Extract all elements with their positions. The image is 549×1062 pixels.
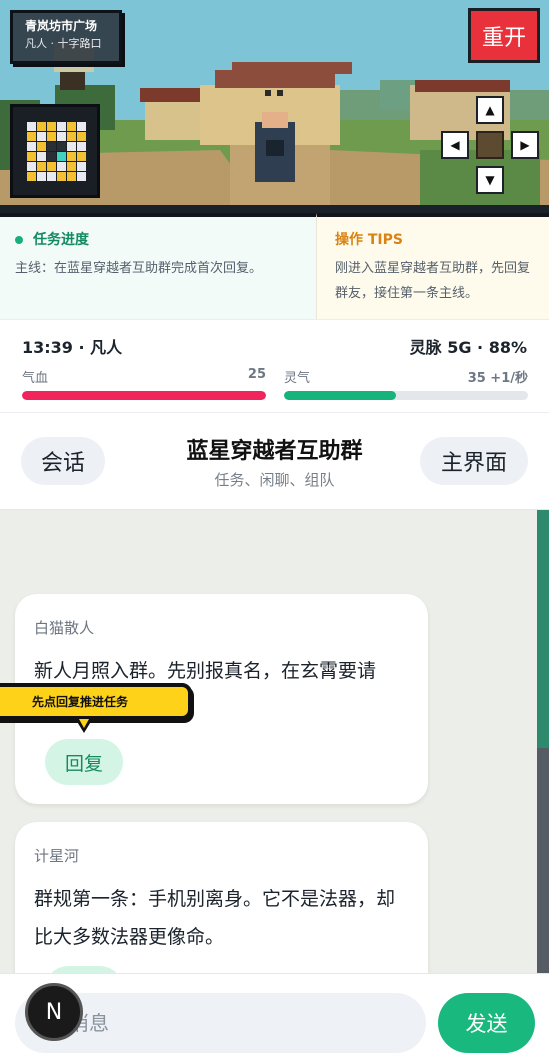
message-sender: 计星河 [34,847,80,865]
quest-heading-label: 任务进度 [33,232,89,248]
minimap-cell [37,122,46,131]
minimap-cell [67,122,76,131]
minimap-cell [37,152,46,161]
message-text: 群规第一条：手机别离身。它不是法器，却比大多数法器更像命。 [34,888,396,948]
dpad-left-icon[interactable]: ◀ [441,131,469,159]
minimap-cell [77,122,86,131]
minimap-cell [47,132,56,141]
hp-bar [22,391,266,400]
minimap-cell [77,162,86,171]
qi-value: 35 +1/秒 [467,371,528,386]
tips-panel: 操作 TIPS 刚进入蓝星穿越者互助群，先回复群友，接住第一条主线。 [316,213,549,319]
minimap-cell [77,132,86,141]
signal-status: 灵脉 5G · 88% [409,338,527,357]
dpad-right-icon[interactable]: ▶ [511,131,539,159]
minimap-cell [27,172,36,181]
minimap-cell [27,132,36,141]
minimap-cell [57,132,66,141]
minimap-cell [77,172,86,181]
reply-button[interactable]: 回复 [45,739,123,785]
scrollbar-thumb[interactable] [537,510,549,748]
reply-button-partial[interactable] [45,966,123,973]
minimap[interactable] [10,104,100,198]
minimap-cell [67,132,76,141]
minimap-cell [27,122,36,131]
home-button[interactable]: 主界面 [420,437,528,485]
minimap-cell [27,142,36,151]
minimap-cell [57,152,66,161]
minimap-cell [37,172,46,181]
minimap-cell [37,132,46,141]
minimap-cell [77,152,86,161]
status-dot-icon [15,236,23,244]
minimap-cell [27,152,36,161]
dpad-center [476,131,504,159]
dpad-up-icon[interactable]: ▲ [476,96,504,124]
qi-bar [284,391,528,400]
time-rank: 13:39 · 凡人 [22,338,123,357]
minimap-grid [27,122,97,181]
minimap-cell [57,172,66,181]
send-button[interactable]: 发送 [438,993,535,1053]
conversations-button[interactable]: 会话 [21,437,105,485]
tips-body: 刚进入蓝星穿越者互助群，先回复群友，接住第一条主线。 [335,261,531,301]
minimap-cell [37,162,46,171]
restart-button[interactable]: 重开 [468,8,540,63]
minimap-cell [57,162,66,171]
hint-tooltip: 先点回复推进任务 [0,683,192,720]
tips-heading: 操作 TIPS [335,232,403,248]
minimap-cell [57,142,66,151]
minimap-cell [47,142,56,151]
message-sender: 白猫散人 [34,619,95,637]
minimap-cell [67,162,76,171]
quest-body: 主线：在蓝星穿越者互助群完成首次回复。 [15,261,263,276]
location-card: 青岚坊市广场 凡人 · 十字路口 [10,10,122,64]
minimap-cell [77,142,86,151]
minimap-cell [27,162,36,171]
minimap-cell [47,162,56,171]
location-title: 青岚坊市广场 [25,19,98,33]
minimap-cell [47,122,56,131]
minimap-cell [37,142,46,151]
hp-value: 25 [247,367,266,382]
minimap-cell [47,172,56,181]
quest-heading: 任务进度 [15,231,316,249]
minimap-cell [47,152,56,161]
game-scene: 青岚坊市广场 凡人 · 十字路口 重开 ▲ ◀ ▶ ▼ [0,0,549,213]
hint-arrow-fill [79,719,89,728]
minimap-cell [67,142,76,151]
message-list[interactable]: 白猫散人 新人月照入群。先别报真名，在玄霄要请用。 回复 计星河 群规第一条：手… [0,510,549,973]
location-subtitle: 凡人 · 十字路口 [25,37,102,50]
message-bubble: 计星河 群规第一条：手机别离身。它不是法器，却比大多数法器更像命。 [15,822,428,973]
minimap-cell [67,172,76,181]
quest-panel: 任务进度 主线：在蓝星穿越者互助群完成首次回复。 [0,213,316,319]
qi-bar-fill [284,391,397,400]
dev-indicator-badge[interactable]: N [25,983,83,1041]
minimap-cell [57,122,66,131]
app-root: 青岚坊市广场 凡人 · 十字路口 重开 ▲ ◀ ▶ ▼ 任务进度 主线：在蓝星穿… [0,0,549,1062]
minimap-cell [67,152,76,161]
hp-bar-fill [22,391,266,400]
chat-header: 蓝星穿越者互助群 任务、闲聊、组队 会话 主界面 [0,413,549,510]
stats-bar: 13:39 · 凡人 灵脉 5G · 88% 气血 25 灵气 35 +1/秒 [0,319,549,413]
dpad-down-icon[interactable]: ▼ [476,166,504,194]
